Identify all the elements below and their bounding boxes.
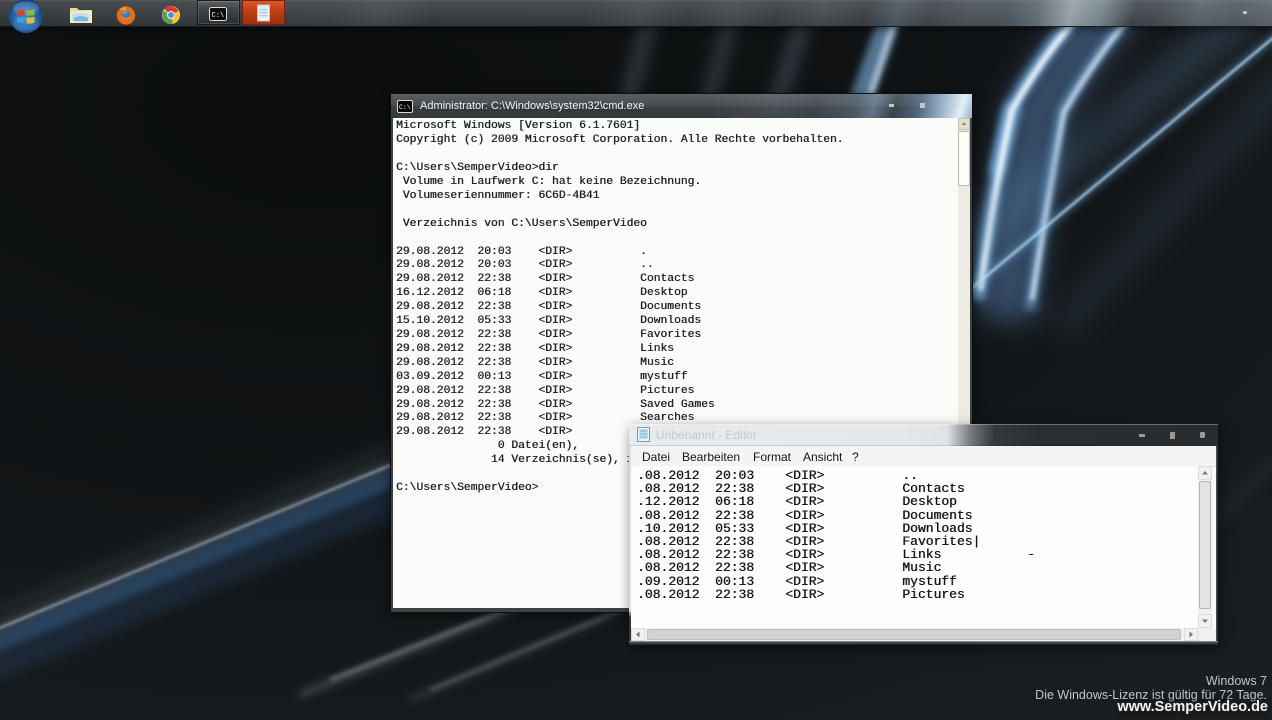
svg-text:C:\: C:\	[212, 12, 225, 20]
svg-text:C:\: C:\	[399, 104, 411, 111]
